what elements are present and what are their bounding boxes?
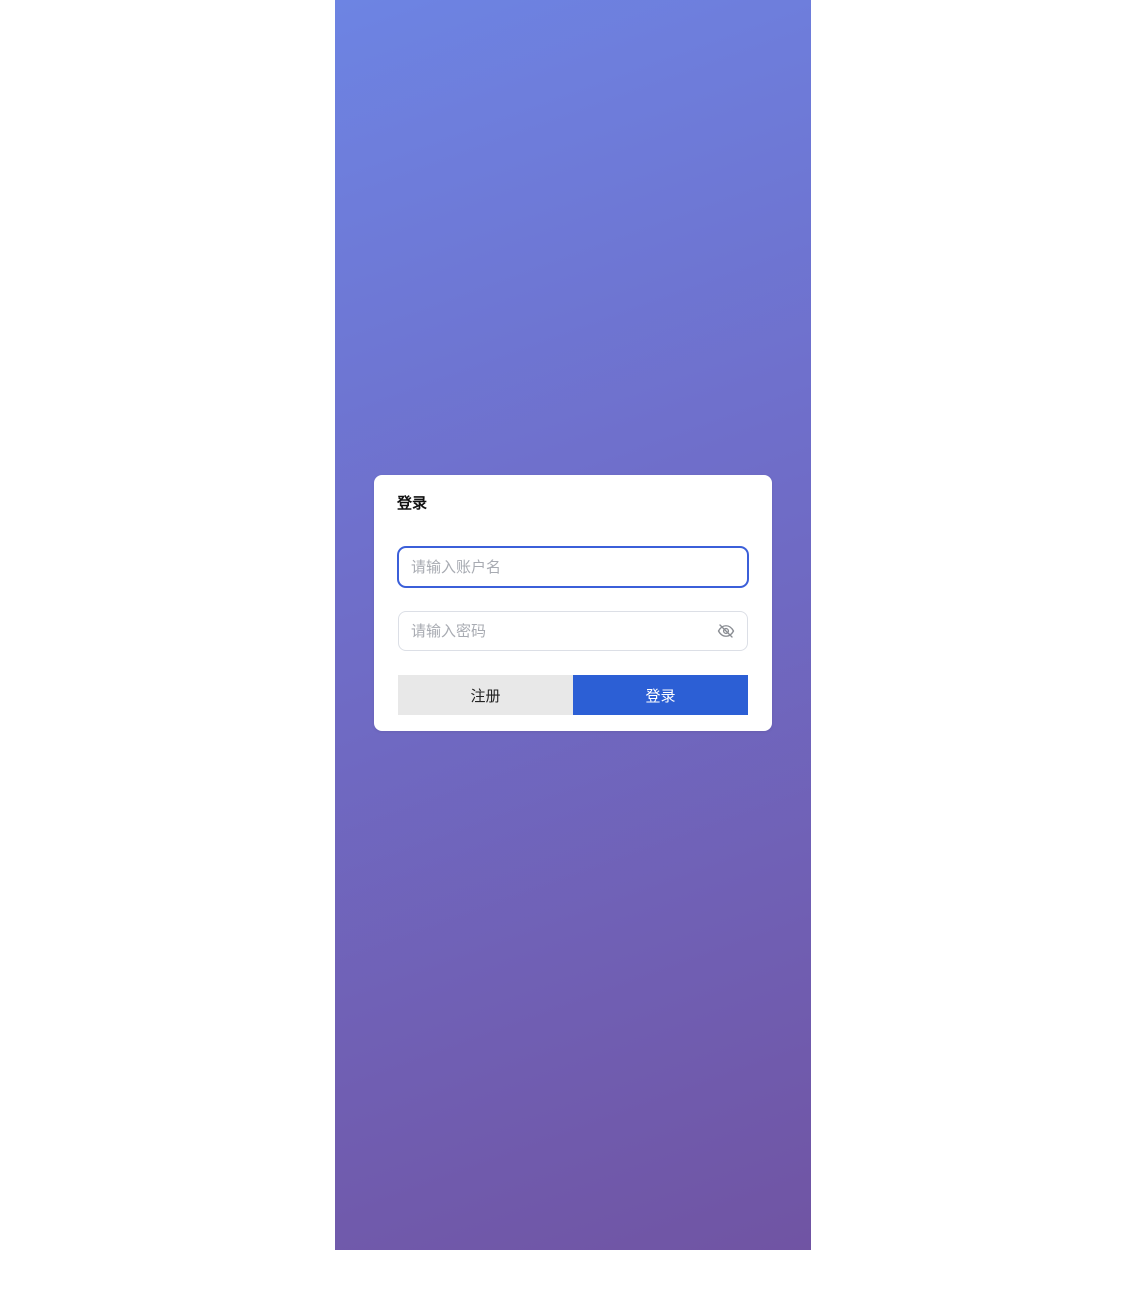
password-field[interactable]: [398, 611, 748, 651]
password-input[interactable]: [411, 612, 701, 650]
eye-off-icon[interactable]: [717, 622, 735, 640]
username-field[interactable]: [398, 547, 748, 587]
register-button[interactable]: 注册: [398, 675, 573, 715]
username-input[interactable]: [411, 548, 701, 586]
login-button[interactable]: 登录: [573, 675, 748, 715]
login-card: 登录 注册 登录: [374, 475, 772, 731]
login-title: 登录: [397, 494, 428, 512]
